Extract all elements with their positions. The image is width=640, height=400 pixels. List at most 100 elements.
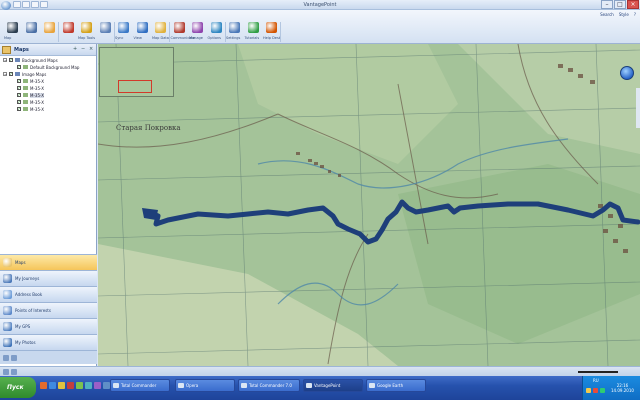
taskbar-button[interactable]: VantagePoint (303, 379, 363, 392)
language-indicator[interactable]: RU (593, 378, 599, 383)
close-panel-icon[interactable]: × (89, 47, 94, 52)
layer-checkbox[interactable] (17, 99, 21, 104)
layer-checkbox[interactable] (17, 92, 21, 97)
search-link[interactable]: Search (600, 12, 614, 17)
quicklaunch-icon-7[interactable] (94, 382, 101, 389)
tree-item[interactable]: Default Background Map (0, 64, 96, 71)
layer-checkbox[interactable] (9, 57, 13, 62)
ribbon-group-label: Manage (189, 36, 203, 40)
tree-item-label: M-35-X (30, 107, 44, 112)
layer-checkbox[interactable] (17, 64, 21, 69)
nav-button-my-gps[interactable]: My GPS (0, 318, 97, 334)
nav-button-label: Points of Interests (15, 308, 51, 313)
nav-button-maps[interactable]: Maps (0, 254, 97, 270)
panel-footer (0, 350, 97, 364)
helpdesk-icon[interactable] (266, 22, 277, 33)
nav-button-label: My Photos (15, 340, 36, 345)
tree-item[interactable]: M-35-X (0, 106, 96, 113)
taskbar-button[interactable]: Total Commander 7.0 (238, 379, 300, 392)
expand-toggle-icon[interactable]: − (3, 72, 7, 77)
quicklaunch-icon-6[interactable] (85, 382, 92, 389)
tree-item[interactable]: M-35-X (0, 78, 96, 85)
ribbon-separator (58, 22, 59, 42)
map-layer-icon (23, 79, 28, 83)
manage-icon[interactable] (192, 22, 203, 33)
taskbar-button[interactable]: Opera (175, 379, 235, 392)
nav-button-label: My Journeys (15, 276, 40, 281)
nav-button-points-of-interests[interactable]: Points of Interests (0, 302, 97, 318)
map-view[interactable]: Старая Покровка (98, 44, 640, 366)
tree-item[interactable]: M-35-X (0, 85, 96, 92)
ribbon-group-label: Options (207, 36, 222, 40)
tree-item[interactable]: M-35-X (0, 92, 96, 99)
map-scrollbar[interactable] (636, 88, 640, 128)
tree-item-label: M-35-X (30, 86, 44, 91)
quicklaunch-icon-4[interactable] (67, 382, 74, 389)
settings-icon[interactable] (229, 22, 240, 33)
close-button[interactable]: × (627, 0, 639, 9)
zoom-icon[interactable] (25, 22, 37, 33)
quicklaunch-icon-2[interactable] (49, 382, 56, 389)
pointer-icon[interactable] (44, 22, 55, 33)
status-gps-icon (3, 369, 9, 375)
communicate-icon[interactable] (173, 22, 185, 33)
poi-icon (3, 306, 12, 315)
nav-button-address-book[interactable]: Address Book (0, 286, 97, 302)
tutorials-icon[interactable] (247, 22, 259, 33)
map-layer-icon (23, 86, 28, 90)
quicklaunch-icon-3[interactable] (58, 382, 65, 389)
taskbar-button[interactable]: Total Commander (110, 379, 170, 392)
quicklaunch-icon-1[interactable] (40, 382, 47, 389)
ribbon-group-label: Map Tools (78, 36, 96, 40)
map-layer-icon (23, 65, 28, 69)
tray-icon-2[interactable] (593, 388, 598, 393)
map-connect-icon[interactable] (7, 22, 18, 33)
pin-icon[interactable] (62, 22, 74, 33)
tree-item-label: M-35-X (30, 100, 44, 105)
tools-icon[interactable] (81, 22, 92, 33)
tree-item-label: Background Maps (22, 58, 58, 63)
maximize-button[interactable]: □ (614, 0, 626, 9)
compass-icon[interactable] (620, 66, 634, 80)
magnify-icon[interactable] (99, 22, 111, 33)
clock-date: 14.09.2010 (611, 388, 634, 393)
panel-header: Maps + − × (0, 44, 96, 56)
taskbar-button[interactable]: Google Earth (366, 379, 426, 392)
tree-item[interactable]: − Background Maps (0, 57, 96, 64)
remove-icon[interactable]: − (81, 47, 86, 52)
clock[interactable]: 22:16 14.09.2010 (611, 383, 634, 393)
tree-item-label: Default Background Map (30, 65, 80, 70)
nav-button-my-photos[interactable]: My Photos (0, 334, 97, 350)
panel-header-buttons: + − × (73, 47, 94, 52)
footer-expand-icon[interactable] (11, 355, 17, 361)
start-button[interactable]: Пуск (0, 377, 36, 398)
footer-config-icon[interactable] (3, 355, 9, 361)
layer-checkbox[interactable] (17, 85, 21, 90)
style-menu[interactable]: Style (619, 12, 629, 17)
navigation-pane: Maps My Journeys Address Book Points of Int… (0, 254, 97, 350)
overview-viewport-box[interactable] (118, 80, 152, 93)
layer-checkbox[interactable] (17, 106, 21, 111)
tree-item[interactable]: M-35-X (0, 99, 96, 106)
sync-icon[interactable] (118, 22, 129, 33)
data-icon[interactable] (155, 22, 166, 33)
overview-map[interactable] (99, 47, 174, 97)
ribbon-search-area: Search Style ? (600, 12, 636, 17)
quicklaunch-icon-8[interactable] (103, 382, 110, 389)
address-book-icon (3, 290, 12, 299)
tray-icon-3[interactable] (600, 388, 605, 393)
add-icon[interactable]: + (73, 47, 78, 52)
tray-icon-1[interactable] (586, 388, 591, 393)
view-icon[interactable] (136, 22, 148, 33)
nav-button-my-journeys[interactable]: My Journeys (0, 270, 97, 286)
layer-checkbox[interactable] (9, 71, 13, 76)
expand-toggle-icon[interactable]: − (3, 58, 7, 63)
minimize-button[interactable]: – (601, 0, 613, 9)
map-canvas[interactable] (98, 44, 640, 366)
title-bar: VantagePoint – □ × (0, 0, 640, 10)
quicklaunch-icon-5[interactable] (76, 382, 83, 389)
help-icon[interactable]: ? (634, 12, 636, 17)
layer-checkbox[interactable] (17, 78, 21, 83)
tree-item[interactable]: − Image Maps (0, 71, 96, 78)
options-icon[interactable] (210, 22, 222, 33)
